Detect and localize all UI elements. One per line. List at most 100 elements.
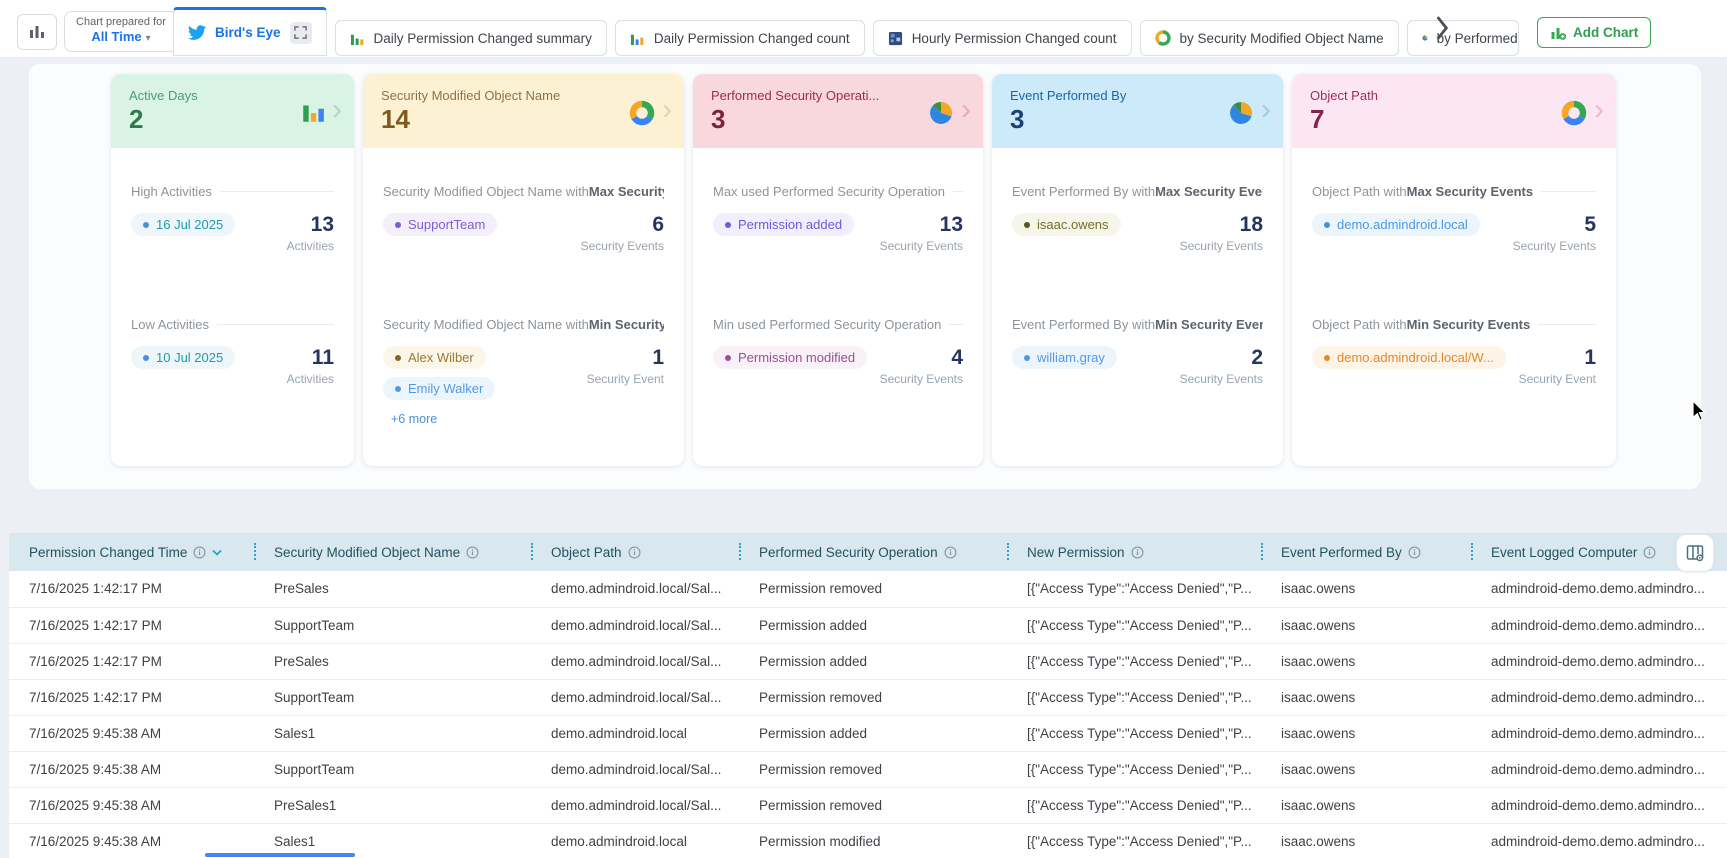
tab-by-security-modified-object-name[interactable]: by Security Modified Object Name: [1139, 20, 1399, 56]
table-cell: [{"Access Type":"Access Denied","P...: [1007, 571, 1261, 608]
table-cell: 7/16/2025 1:42:17 PM: [9, 643, 254, 680]
column-header-event-performed-by[interactable]: Event Performed By: [1261, 533, 1471, 571]
table-row[interactable]: 7/16/2025 9:45:38 AM Sales1 demo.admindr…: [9, 715, 1727, 752]
sort-desc-icon[interactable]: [212, 549, 222, 556]
time-range-selector[interactable]: Chart prepared for All Time ▾: [64, 11, 178, 52]
time-range-caption: Chart prepared for: [76, 16, 166, 28]
card-active-days[interactable]: Active Days 2 › High Activities 16 Jul 2…: [111, 74, 354, 466]
table-cell: [{"Access Type":"Access Denied","P...: [1007, 787, 1261, 824]
add-chart-label: Add Chart: [1573, 25, 1639, 40]
table-cell: SupportTeam: [254, 679, 531, 716]
table-cell: demo.admindroid.local: [531, 715, 739, 752]
value-pill[interactable]: 16 Jul 2025: [131, 213, 236, 236]
info-icon[interactable]: [1131, 546, 1144, 559]
column-header-permission-changed-time[interactable]: Permission Changed Time: [9, 533, 254, 571]
tab-daily-summary[interactable]: Daily Permission Changed summary: [334, 20, 607, 56]
column-header-new-permission[interactable]: New Permission: [1007, 533, 1261, 571]
heatmap-icon: [888, 31, 902, 45]
info-icon[interactable]: [628, 546, 641, 559]
card-title: Object Path: [1310, 88, 1378, 103]
count-value: 1: [1584, 346, 1596, 369]
card-title: Event Performed By: [1010, 88, 1127, 103]
table-row[interactable]: 7/16/2025 9:45:38 AM PreSales1 demo.admi…: [9, 787, 1727, 824]
tabs-scroll-right-button[interactable]: [1432, 15, 1452, 46]
table-row[interactable]: 7/16/2025 9:45:38 AM SupportTeam demo.ad…: [9, 751, 1727, 788]
dot-icon: [725, 221, 731, 228]
card-title: Performed Security Operati...: [711, 88, 880, 103]
chevron-right-icon[interactable]: ›: [662, 95, 672, 125]
table-cell: admindroid-demo.demo.admindro...: [1471, 751, 1727, 788]
column-header-object-path[interactable]: Object Path: [531, 533, 739, 571]
table-cell: admindroid-demo.demo.admindro...: [1471, 823, 1727, 858]
table-cell: admindroid-demo.demo.admindro...: [1471, 679, 1727, 716]
table-cell: SupportTeam: [254, 751, 531, 788]
tab-daily-count[interactable]: Daily Permission Changed count: [614, 20, 865, 56]
info-icon[interactable]: [466, 546, 479, 559]
card-section: Low Activities 10 Jul 2025 11 Activities: [131, 317, 334, 386]
info-icon[interactable]: [1408, 546, 1421, 559]
chart-list-button[interactable]: [17, 14, 57, 50]
value-pill[interactable]: william.gray: [1012, 346, 1117, 369]
column-header-performed-security-operation[interactable]: Performed Security Operation: [739, 533, 1007, 571]
count-label: Security Events: [1179, 372, 1263, 386]
chevron-right-icon[interactable]: ›: [332, 95, 342, 125]
column-settings-button[interactable]: [1677, 535, 1713, 571]
table-cell: admindroid-demo.demo.admindro...: [1471, 715, 1727, 752]
card-security-modified-object-name[interactable]: Security Modified Object Name 14 › Secur…: [363, 74, 684, 466]
card-value: 3: [711, 104, 726, 134]
value-pill[interactable]: isaac.owens: [1012, 213, 1121, 236]
tab-label: Daily Permission Changed summary: [373, 30, 592, 46]
card-performed-security-operation[interactable]: Performed Security Operati... 3 › Max us…: [693, 74, 983, 466]
column-settings-icon: [1686, 545, 1704, 562]
count-label: Activities: [286, 239, 334, 253]
topbar: Chart prepared for All Time▾ Bird's Eye: [0, 0, 1727, 57]
value-pill[interactable]: demo.admindroid.local/W...: [1312, 346, 1506, 369]
count-label: Activities: [286, 372, 334, 386]
count-value: 11: [311, 346, 334, 369]
table-cell: admindroid-demo.demo.admindro...: [1471, 571, 1727, 608]
value-pill[interactable]: Permission added: [713, 213, 855, 236]
table-cell: 7/16/2025 1:42:17 PM: [9, 571, 254, 608]
value-pill[interactable]: Alex Wilber: [383, 346, 486, 369]
bar-chart-icon: [350, 34, 363, 45]
card-section: Security Modified Object Name with Min S…: [383, 317, 664, 426]
tab-hourly-count[interactable]: Hourly Permission Changed count: [872, 20, 1132, 56]
chart-tabs: Bird's Eye Daily Permission Changed summ…: [173, 0, 1519, 56]
table-row[interactable]: 7/16/2025 1:42:17 PM SupportTeam demo.ad…: [9, 607, 1727, 644]
table-row[interactable]: 7/16/2025 1:42:17 PM SupportTeam demo.ad…: [9, 679, 1727, 716]
horizontal-scrollbar-thumb[interactable]: [205, 853, 355, 857]
value-pill[interactable]: SupportTeam: [383, 213, 498, 236]
chevron-right-icon[interactable]: ›: [1594, 95, 1604, 125]
info-icon[interactable]: [1643, 546, 1656, 559]
card-event-performed-by[interactable]: Event Performed By 3 › Event Performed B…: [992, 74, 1283, 466]
bar-chart-icon: [30, 26, 44, 38]
value-pill[interactable]: Permission modified: [713, 346, 868, 369]
info-icon[interactable]: [193, 546, 206, 559]
tab-label: Daily Permission Changed count: [653, 30, 850, 46]
dot-icon: [395, 354, 401, 361]
more-link[interactable]: +6 more: [391, 412, 437, 426]
tab-label: Bird's Eye: [215, 25, 281, 40]
tab-by-performed[interactable]: by Performed: [1406, 20, 1519, 56]
expand-icon[interactable]: [289, 21, 312, 44]
chevron-right-icon[interactable]: ›: [961, 95, 971, 125]
table-cell: [{"Access Type":"Access Denied","P...: [1007, 751, 1261, 788]
table-cell: isaac.owens: [1261, 607, 1471, 644]
value-pill[interactable]: 10 Jul 2025: [131, 346, 236, 369]
table-row[interactable]: 7/16/2025 1:42:17 PM PreSales demo.admin…: [9, 643, 1727, 680]
table-cell: 7/16/2025 9:45:38 AM: [9, 751, 254, 788]
tab-birds-eye[interactable]: Bird's Eye: [173, 7, 327, 56]
add-chart-button[interactable]: Add Chart: [1537, 17, 1652, 48]
chevron-right-icon[interactable]: ›: [1261, 95, 1271, 125]
tab-label: by Security Modified Object Name: [1179, 30, 1384, 46]
card-title: Active Days: [129, 88, 198, 103]
card-object-path[interactable]: Object Path 7 › Object Path with Max Sec…: [1292, 74, 1616, 466]
table-row[interactable]: 7/16/2025 1:42:17 PM PreSales demo.admin…: [9, 571, 1727, 608]
info-icon[interactable]: [944, 546, 957, 559]
count-value: 4: [951, 346, 963, 369]
chevron-right-icon: [1436, 16, 1449, 40]
column-header-security-modified-object-name[interactable]: Security Modified Object Name: [254, 533, 531, 571]
value-pill[interactable]: Emily Walker: [383, 377, 496, 400]
value-pill[interactable]: demo.admindroid.local: [1312, 213, 1480, 236]
table-cell: demo.admindroid.local: [531, 823, 739, 858]
